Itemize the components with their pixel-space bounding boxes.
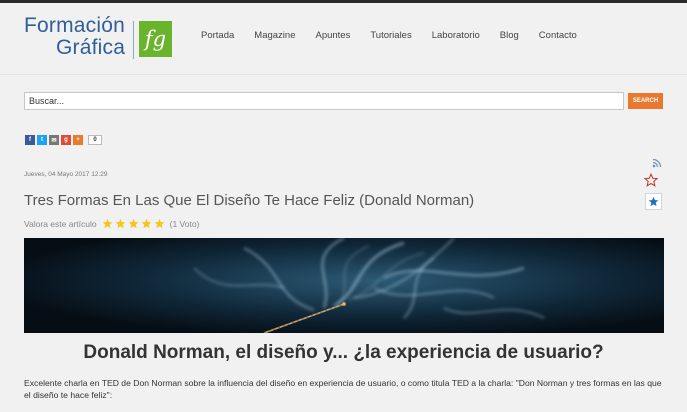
nav-contacto[interactable]: Contacto <box>539 30 577 41</box>
twitter-icon[interactable]: t <box>37 135 47 145</box>
rating-star-icon[interactable] <box>102 218 113 229</box>
rating-votes: (1 Voto) <box>169 218 200 229</box>
nav-apuntes[interactable]: Apuntes <box>315 30 350 41</box>
share-bar: f t ✉ g + 0 <box>25 135 102 145</box>
googleplus-icon[interactable]: g <box>61 135 71 145</box>
article-date: Jueves, 04 Mayo 2017 12:29 <box>24 171 108 178</box>
nav-portada[interactable]: Portada <box>201 30 234 41</box>
hero-image <box>24 238 664 333</box>
logo-mark[interactable]: fg <box>139 21 172 57</box>
article-intro: Excelente charla en TED de Don Norman so… <box>24 378 662 400</box>
rating-stars[interactable] <box>102 218 165 229</box>
add-icon[interactable]: + <box>73 135 83 145</box>
rating-row: Valora este artículo (1 Voto) <box>24 218 199 229</box>
article-headline: Donald Norman, el diseño y... ¿la experi… <box>83 342 604 363</box>
facebook-icon[interactable]: f <box>25 135 35 145</box>
site-header: Formación Gráfica fg Portada Magazine Ap… <box>0 3 687 75</box>
bookmark-button[interactable] <box>645 193 662 210</box>
bookmark-star-icon <box>648 196 659 207</box>
rating-star-icon[interactable] <box>128 218 139 229</box>
logo-line-2: Gráfica <box>56 36 126 59</box>
nav-tutoriales[interactable]: Tutoriales <box>370 30 411 41</box>
rss-icon[interactable] <box>652 158 662 168</box>
article-title: Tres Formas En Las Que El Diseño Te Hace… <box>24 192 475 209</box>
nav-magazine[interactable]: Magazine <box>254 30 295 41</box>
main-nav: Portada Magazine Apuntes Tutoriales Labo… <box>201 30 597 41</box>
rating-star-icon[interactable] <box>115 218 126 229</box>
rating-star-icon[interactable] <box>154 218 165 229</box>
nav-blog[interactable]: Blog <box>500 30 519 41</box>
search-input[interactable] <box>24 92 624 110</box>
site-logo[interactable]: Formación Gráfica <box>24 15 125 59</box>
nav-laboratorio[interactable]: Laboratorio <box>432 30 480 41</box>
logo-line-1: Formación <box>24 14 125 37</box>
favorite-star-icon[interactable] <box>644 173 658 187</box>
email-icon[interactable]: ✉ <box>49 135 59 145</box>
rating-star-icon[interactable] <box>141 218 152 229</box>
share-count: 0 <box>88 135 102 145</box>
logo-divider <box>133 21 134 59</box>
rating-label: Valora este artículo <box>24 218 97 229</box>
search-button[interactable]: SEARCH <box>628 93 663 109</box>
